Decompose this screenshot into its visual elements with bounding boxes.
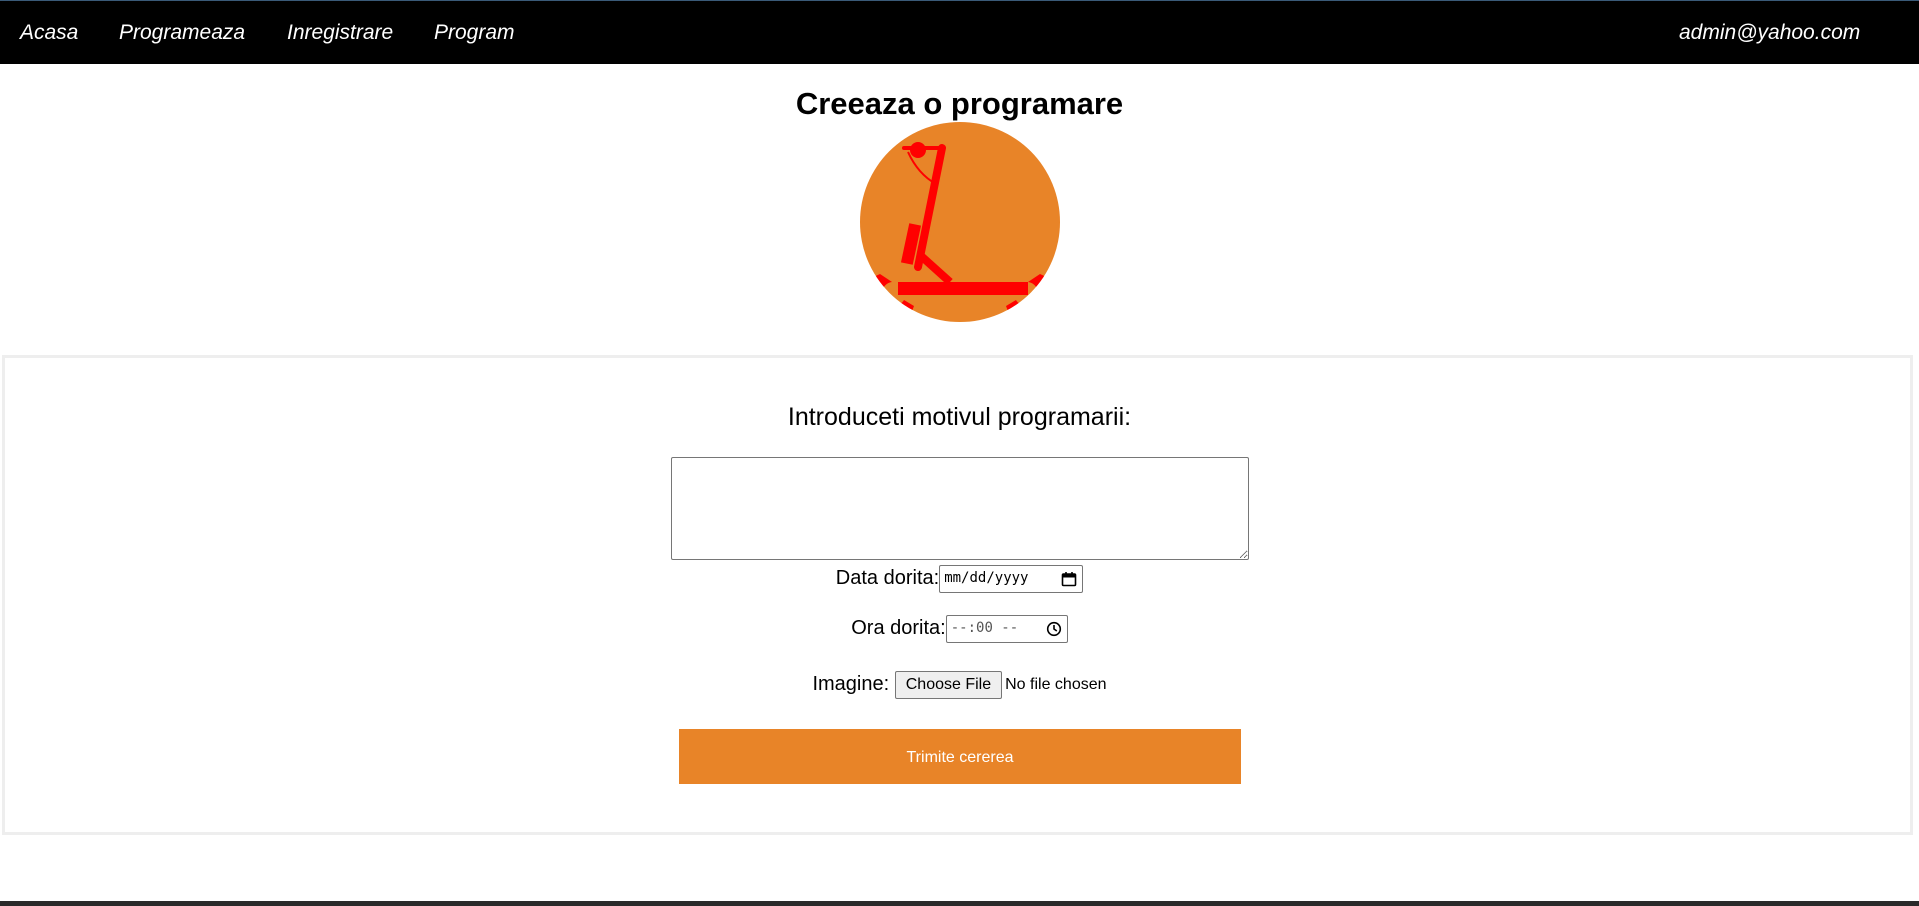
scooter-wrench-icon bbox=[860, 122, 1060, 322]
top-navbar: Acasa Programeaza Inregistrare Program a… bbox=[0, 1, 1919, 64]
nav-link-inregistrare[interactable]: Inregistrare bbox=[287, 21, 393, 45]
submit-button[interactable]: Trimite cererea bbox=[679, 729, 1241, 784]
date-label: Data dorita: bbox=[835, 567, 940, 589]
page-title: Creeaza o programare bbox=[795, 86, 1124, 121]
choose-file-button[interactable]: Choose File bbox=[894, 670, 1003, 699]
no-file-text: No file chosen bbox=[1005, 675, 1107, 693]
date-input[interactable]: mm/dd/yyyy bbox=[939, 564, 1084, 593]
time-field-row: Ora dorita: --:00 -- bbox=[0, 613, 1919, 643]
calendar-icon[interactable] bbox=[1061, 571, 1077, 587]
time-input[interactable]: --:00 -- bbox=[945, 614, 1068, 643]
clock-icon[interactable] bbox=[1046, 621, 1062, 637]
nav-link-programeaza[interactable]: Programeaza bbox=[119, 21, 245, 45]
nav-link-program[interactable]: Program bbox=[434, 21, 515, 45]
image-label: Imagine: bbox=[812, 673, 890, 695]
time-label: Ora dorita: bbox=[851, 617, 946, 639]
nav-user-email[interactable]: admin@yahoo.com bbox=[1679, 21, 1860, 45]
image-field-row: Imagine: Choose File No file chosen bbox=[0, 669, 1919, 700]
date-placeholder: mm/dd/yyyy bbox=[944, 569, 1029, 586]
date-field-row: Data dorita: mm/dd/yyyy bbox=[0, 563, 1919, 593]
reason-textarea[interactable] bbox=[671, 457, 1249, 560]
bottom-taskbar-edge bbox=[0, 901, 1919, 906]
reason-heading: Introduceti motivul programarii: bbox=[787, 403, 1132, 431]
nav-link-acasa[interactable]: Acasa bbox=[20, 21, 78, 45]
time-placeholder: --:00 -- bbox=[950, 619, 1019, 636]
